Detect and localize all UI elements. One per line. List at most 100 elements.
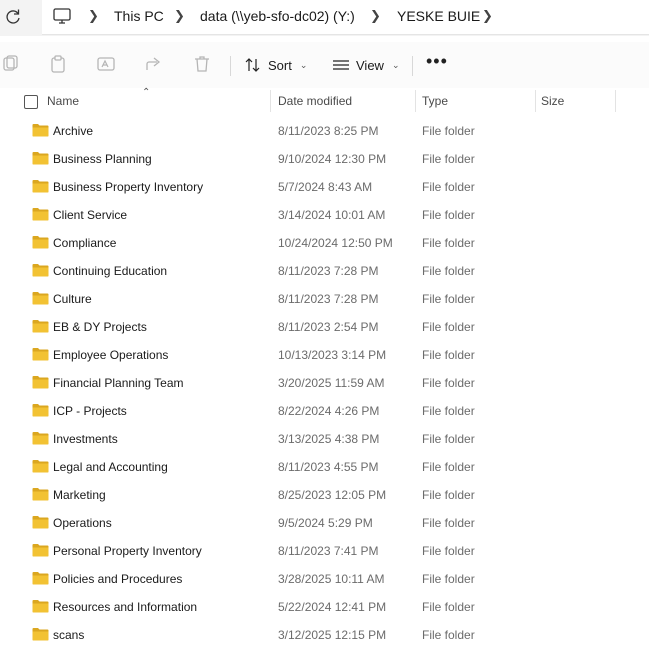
rename-icon[interactable] [96,54,116,74]
folder-icon [32,348,49,361]
file-type: File folder [422,628,475,642]
file-type: File folder [422,488,475,502]
refresh-icon[interactable] [2,6,24,28]
file-type: File folder [422,572,475,586]
file-type: File folder [422,264,475,278]
file-row[interactable]: Legal and Accounting 8/11/2023 4:55 PM Fil… [0,453,649,481]
file-name: Business Property Inventory [53,180,204,194]
chevron-right-icon[interactable]: ❯ [174,8,185,24]
file-row[interactable]: Client Service 3/14/2024 10:01 AM File fol… [0,201,649,229]
file-date-modified: 8/25/2023 12:05 PM [278,488,387,502]
file-type: File folder [422,348,475,362]
folder-icon [32,208,49,221]
folder-icon [32,236,49,249]
breadcrumb-current-folder[interactable]: YESKE BUIE [397,8,480,24]
chevron-right-icon[interactable]: ❯ [370,8,381,24]
column-divider[interactable] [535,90,536,112]
column-divider[interactable] [615,90,616,112]
column-divider[interactable] [270,90,271,112]
file-row[interactable]: Archive 8/11/2023 8:25 PM File folder [0,117,649,145]
column-divider[interactable] [415,90,416,112]
chevron-right-icon[interactable]: ❯ [482,8,493,24]
delete-icon[interactable] [192,54,212,74]
file-date-modified: 9/10/2024 12:30 PM [278,152,387,166]
file-name: Continuing Education [53,264,168,278]
file-row[interactable]: Business Planning 9/10/2024 12:30 PM File … [0,145,649,173]
file-name: Legal and Accounting [53,460,168,474]
folder-icon [32,320,49,333]
command-bar: Sort ⌄ View ⌄ ••• [0,42,649,89]
folder-icon [32,292,49,305]
file-row[interactable]: Employee Operations 10/13/2023 3:14 PM Fil… [0,341,649,369]
file-date-modified: 3/14/2024 10:01 AM [278,208,386,222]
file-date-modified: 5/7/2024 8:43 AM [278,180,373,194]
copy-icon[interactable] [0,54,20,74]
file-name: Business Planning [53,152,152,166]
file-name: Culture [53,292,92,306]
view-button[interactable]: View ⌄ [332,54,400,76]
breadcrumb-this-pc[interactable]: This PC [114,8,164,24]
file-type: File folder [422,544,475,558]
file-row[interactable]: Resources and Information 5/22/2024 12:41… [0,593,649,621]
file-row[interactable]: scans 3/12/2025 12:15 PM File folder [0,621,649,649]
file-name: Investments [53,432,118,446]
share-icon[interactable] [144,54,164,74]
address-area: ❯ This PC ❯ data (\\yeb-sfo-dc02) (Y:) ❯… [0,0,649,36]
column-type[interactable]: Type [422,94,448,108]
column-date-modified[interactable]: Date modified [278,94,352,108]
address-bar[interactable]: ❯ This PC ❯ data (\\yeb-sfo-dc02) (Y:) ❯… [42,0,649,35]
monitor-icon[interactable] [52,7,72,25]
view-label: View [356,57,384,73]
sort-button[interactable]: Sort ⌄ [244,54,307,76]
file-type: File folder [422,516,475,530]
file-row[interactable]: EB & DY Projects 8/11/2023 2:54 PM File fo… [0,313,649,341]
file-row[interactable]: Personal Property Inventory 8/11/2023 7:4… [0,537,649,565]
file-name: Client Service [53,208,128,222]
select-all-checkbox[interactable] [24,95,38,109]
file-date-modified: 10/24/2024 12:50 PM [278,236,393,250]
file-row[interactable]: Investments 3/13/2025 4:38 PM File folder [0,425,649,453]
toolbar-divider [412,56,413,76]
file-name: ICP - Projects [53,404,127,418]
file-date-modified: 8/11/2023 8:25 PM [278,124,379,138]
folder-icon [32,488,49,501]
file-row[interactable]: Policies and Procedures 3/28/2025 10:11 A… [0,565,649,593]
folder-icon [32,516,49,529]
column-size[interactable]: Size [541,94,564,108]
folder-icon [32,404,49,417]
file-name: scans [53,628,85,642]
folder-icon [32,432,49,445]
file-type: File folder [422,152,475,166]
file-type: File folder [422,460,475,474]
file-date-modified: 8/11/2023 7:28 PM [278,264,379,278]
file-date-modified: 8/11/2023 7:41 PM [278,544,379,558]
toolbar-divider [230,56,231,76]
breadcrumb-drive[interactable]: data (\\yeb-sfo-dc02) (Y:) [200,8,355,24]
file-row[interactable]: Business Property Inventory 5/7/2024 8:43… [0,173,649,201]
file-type: File folder [422,208,475,222]
file-row[interactable]: Marketing 8/25/2023 12:05 PM File folder [0,481,649,509]
chevron-down-icon: ⌄ [391,59,400,70]
chevron-right-icon[interactable]: ❯ [88,8,99,24]
folder-icon [32,460,49,473]
file-name: Resources and Information [53,600,198,614]
file-date-modified: 3/12/2025 12:15 PM [278,628,387,642]
file-row[interactable]: Continuing Education 8/11/2023 7:28 PM Fil… [0,257,649,285]
file-name: Marketing [53,488,106,502]
file-date-modified: 3/20/2025 11:59 AM [278,376,385,390]
file-type: File folder [422,320,475,334]
file-row[interactable]: Operations 9/5/2024 5:29 PM File folder [0,509,649,537]
file-name: Operations [53,516,112,530]
file-row[interactable]: Compliance 10/24/2024 12:50 PM File folder [0,229,649,257]
file-type: File folder [422,292,475,306]
file-name: Financial Planning Team [53,376,184,390]
file-date-modified: 8/11/2023 7:28 PM [278,292,379,306]
more-options-button[interactable]: ••• [426,52,448,70]
file-row[interactable]: ICP - Projects 8/22/2024 4:26 PM File fold… [0,397,649,425]
file-row[interactable]: Culture 8/11/2023 7:28 PM File folder [0,285,649,313]
file-type: File folder [422,404,475,418]
column-name[interactable]: Name [47,94,79,108]
file-row[interactable]: Financial Planning Team 3/20/2025 11:59 A… [0,369,649,397]
file-date-modified: 8/11/2023 2:54 PM [278,320,379,334]
paste-icon[interactable] [48,54,68,74]
